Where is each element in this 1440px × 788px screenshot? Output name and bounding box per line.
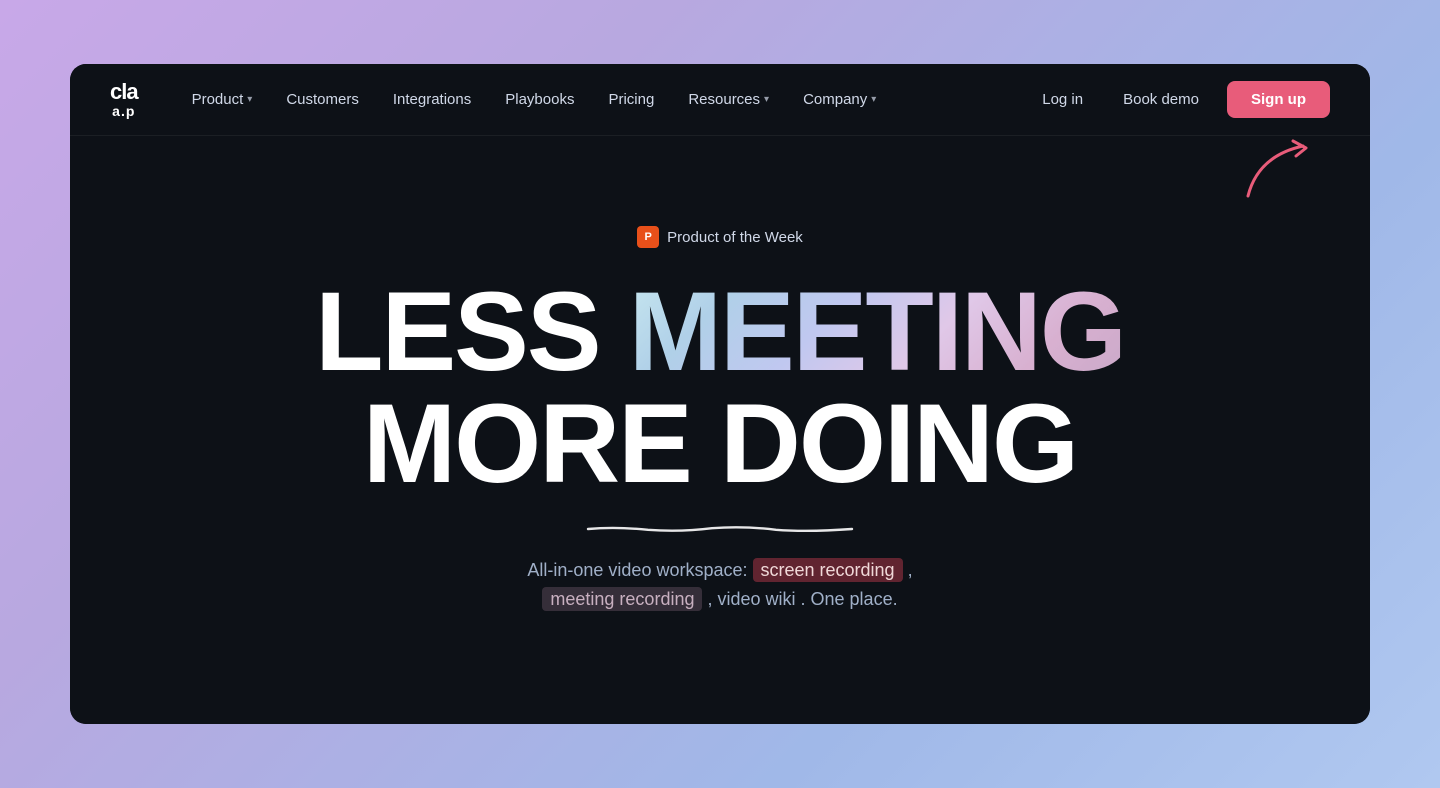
nav-item-pricing[interactable]: Pricing <box>594 83 668 116</box>
logo-sub: a.p <box>112 103 135 119</box>
logo-text: cla <box>110 81 138 103</box>
signup-button[interactable]: Sign up <box>1227 81 1330 118</box>
product-hunt-icon: P <box>637 226 659 248</box>
hero-section: P Product of the Week LESS MEETING MORE … <box>70 136 1370 724</box>
hero-description: All-in-one video workspace: screen recor… <box>527 556 912 614</box>
screen-recording-highlight: screen recording <box>753 558 903 582</box>
nav-item-company[interactable]: Company ▾ <box>789 83 890 116</box>
chevron-down-icon-resources: ▾ <box>764 94 769 105</box>
underline-decoration <box>550 520 890 528</box>
logo[interactable]: cla a.p <box>110 81 138 119</box>
meeting-recording-highlight: meeting recording <box>542 587 702 611</box>
browser-window: cla a.p Product ▾ Customers Integrations… <box>70 64 1370 724</box>
chevron-down-icon-company: ▾ <box>871 94 876 105</box>
login-button[interactable]: Log in <box>1030 83 1095 116</box>
headline-less: LESS <box>315 269 629 394</box>
nav-item-product[interactable]: Product ▾ <box>178 83 267 116</box>
headline-row1: LESS MEETING <box>315 276 1125 388</box>
headline-meeting: MEETING <box>629 269 1125 394</box>
nav-actions: Log in Book demo Sign up <box>1030 81 1330 118</box>
nav-links: Product ▾ Customers Integrations Playboo… <box>178 83 1031 116</box>
nav-item-playbooks[interactable]: Playbooks <box>491 83 588 116</box>
nav-item-integrations[interactable]: Integrations <box>379 83 485 116</box>
badge-text: Product of the Week <box>667 229 803 246</box>
product-badge: P Product of the Week <box>637 226 803 248</box>
hero-headline: LESS MEETING MORE DOING <box>315 276 1125 500</box>
chevron-down-icon: ▾ <box>247 94 252 105</box>
navbar: cla a.p Product ▾ Customers Integrations… <box>70 64 1370 136</box>
headline-row2: MORE DOING <box>315 388 1125 500</box>
nav-item-resources[interactable]: Resources ▾ <box>674 83 783 116</box>
book-demo-button[interactable]: Book demo <box>1111 83 1211 116</box>
nav-item-customers[interactable]: Customers <box>272 83 373 116</box>
